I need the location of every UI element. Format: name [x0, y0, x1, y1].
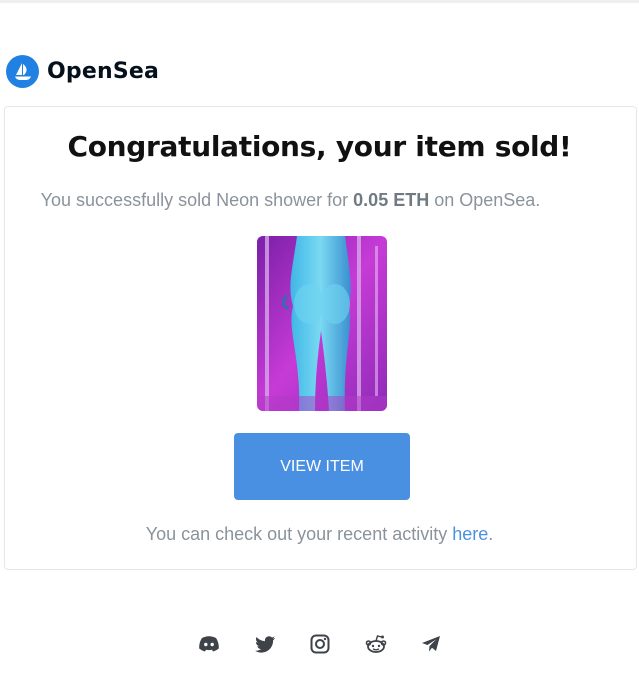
- activity-suffix: .: [488, 524, 494, 544]
- message-prefix: You successfully sold Neon shower for: [40, 190, 354, 210]
- activity-prefix: You can check out your recent activity: [145, 524, 453, 544]
- activity-message: You can check out your recent activity h…: [0, 524, 639, 545]
- activity-here-link[interactable]: here: [452, 524, 488, 544]
- telegram-icon[interactable]: [417, 630, 445, 658]
- nft-artwork-image[interactable]: [257, 236, 387, 411]
- reddit-icon[interactable]: [362, 630, 390, 658]
- instagram-icon[interactable]: [306, 630, 334, 658]
- twitter-icon[interactable]: [251, 630, 279, 658]
- email-header: OpenSea: [6, 53, 159, 89]
- social-links: [195, 630, 445, 658]
- headline: Congratulations, your item sold!: [67, 130, 572, 163]
- sale-message: You successfully sold Neon shower for 0.…: [0, 190, 581, 211]
- discord-icon[interactable]: [195, 630, 223, 658]
- opensea-logo-icon: [6, 54, 39, 88]
- message-suffix: on OpenSea.: [429, 190, 541, 210]
- brand-name: OpenSea: [47, 58, 160, 84]
- top-divider: [0, 0, 639, 3]
- view-item-button[interactable]: VIEW ITEM: [234, 433, 410, 500]
- sale-price: 0.05 ETH: [353, 190, 430, 210]
